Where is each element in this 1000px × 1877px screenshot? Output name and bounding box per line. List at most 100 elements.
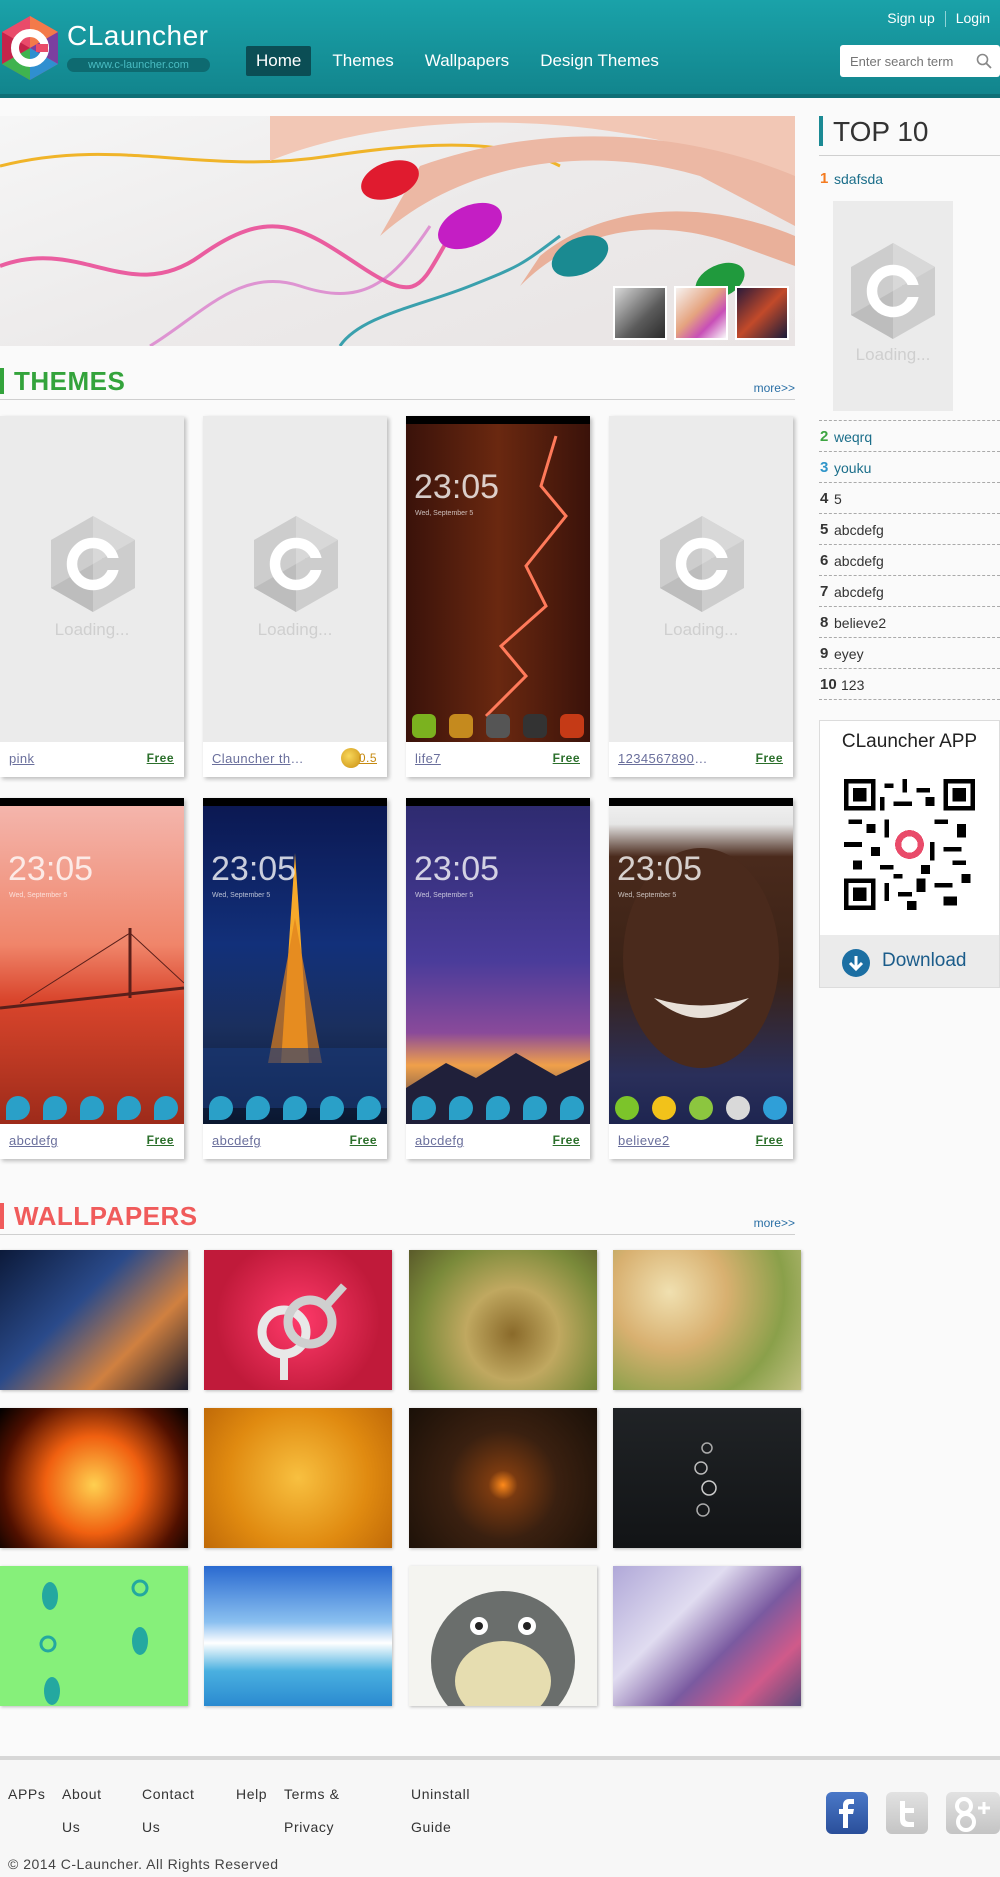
rank-label[interactable]: 5 <box>834 491 842 507</box>
footer-link-help[interactable]: Help <box>236 1778 267 1811</box>
google-plus-icon[interactable] <box>946 1792 1000 1834</box>
rank-item[interactable]: 2 weqrq <box>819 421 1000 452</box>
loading-placeholder: Loading... <box>203 416 387 742</box>
theme-name-link[interactable]: life7 <box>415 751 525 766</box>
clock-text: 23:05 <box>211 850 297 888</box>
nails-thumbnail[interactable] <box>674 286 728 340</box>
theme-card[interactable]: Loading... pink Free <box>0 416 184 777</box>
rank-item[interactable]: 6 abcdefg <box>819 545 1000 576</box>
portrait-thumbnail[interactable] <box>613 286 667 340</box>
theme-card[interactable]: 23:05 Wed, September 5 abcdefg Free <box>203 798 387 1159</box>
nav-item-wallpapers[interactable]: Wallpapers <box>415 46 519 76</box>
rank-item[interactable]: 3 youku <box>819 452 1000 483</box>
wallpaper-heart-cookie-cutter[interactable] <box>204 1408 392 1548</box>
clock-date: Wed, September 5 <box>415 892 474 899</box>
rank-label[interactable]: youku <box>834 460 871 476</box>
wallpapers-title: WALLPAPERS <box>14 1201 198 1231</box>
theme-name-link[interactable]: abcdefg <box>415 1133 525 1148</box>
nav-item-home[interactable]: Home <box>246 46 312 76</box>
footer-link-contact-us[interactable]: Contact Us <box>142 1778 212 1844</box>
copyright-text: © 2014 C-Launcher. All Rights Reserved <box>8 1856 279 1872</box>
totoro-graphic <box>431 1591 575 1706</box>
wallpaper-totoro[interactable] <box>409 1566 597 1706</box>
wallpaper-pocket-watch[interactable] <box>409 1250 597 1390</box>
download-arrow-icon <box>842 949 870 977</box>
rank-label[interactable]: weqrq <box>834 429 872 445</box>
theme-name-link[interactable]: abcdefg <box>9 1133 119 1148</box>
rank-label[interactable]: sdafsda <box>834 171 883 187</box>
theme-card[interactable]: Loading... Clauncher theme 0.5 <box>203 416 387 777</box>
theme-name-link[interactable]: abcdefg <box>212 1133 322 1148</box>
theme-card[interactable]: 23:05 Wed, September 5 abcdefg Free <box>406 798 590 1159</box>
site-footer: APPs About Us Contact Us Help Terms & Pr… <box>0 1756 1000 1877</box>
camera-app-icon <box>356 1096 381 1120</box>
rank-number: 5 <box>820 521 829 538</box>
top-rank-thumbnail[interactable]: Loading... <box>833 201 953 411</box>
camera-app-icon <box>485 714 510 738</box>
qr-code-icon[interactable] <box>844 779 975 910</box>
rank-item[interactable]: 4 5 <box>819 483 1000 514</box>
anime-warrior-thumbnail[interactable] <box>735 286 789 340</box>
facebook-icon[interactable] <box>826 1792 868 1834</box>
twitter-icon[interactable] <box>886 1792 928 1834</box>
search-input[interactable] <box>840 45 970 77</box>
rank-item[interactable]: 8 believe2 <box>819 607 1000 638</box>
theme-name-link[interactable]: believe2 <box>618 1133 728 1148</box>
download-button[interactable]: Download <box>820 935 999 987</box>
wallpapers-more-link[interactable]: more>> <box>754 1216 795 1230</box>
search-icon[interactable] <box>976 53 992 69</box>
wallpaper-bubbles[interactable] <box>613 1408 801 1548</box>
login-link[interactable]: Login <box>946 10 1000 27</box>
clock-date: Wed, September 5 <box>9 892 68 899</box>
wallpaper-bokeh-lights[interactable] <box>613 1250 801 1390</box>
hexagon-c-logo-icon[interactable] <box>2 16 58 80</box>
wallpaper-fantasy-warrior[interactable] <box>613 1566 801 1706</box>
rank-label[interactable]: believe2 <box>834 615 886 631</box>
rank-label[interactable]: abcdefg <box>834 553 884 569</box>
loading-text: Loading... <box>54 620 130 639</box>
nav-item-design-themes[interactable]: Design Themes <box>530 46 669 76</box>
rank-label[interactable]: 123 <box>841 677 864 693</box>
wallpaper-anime-couple[interactable] <box>0 1250 188 1390</box>
signup-link[interactable]: Sign up <box>877 10 944 27</box>
footprints-graphic <box>39 1579 149 1705</box>
hexagon-c-placeholder-icon <box>851 243 935 339</box>
browser-app-icon <box>762 1096 787 1120</box>
theme-card[interactable]: 23:05 Wed, September 5 abcdefg Free <box>0 798 184 1159</box>
loading-placeholder: Loading... <box>609 416 793 742</box>
rank-item[interactable]: 7 abcdefg <box>819 576 1000 607</box>
rank-item[interactable]: 1 sdafsda <box>819 163 1000 194</box>
theme-name-link[interactable]: Clauncher theme <box>212 751 310 766</box>
night-sky-theme-preview: 23:05 Wed, September 5 <box>406 798 590 1124</box>
wallpaper-footprints-pattern[interactable] <box>0 1566 188 1706</box>
brand-title[interactable]: CLauncher <box>67 20 208 52</box>
footer-link-apps[interactable]: APPs <box>8 1778 45 1811</box>
rank-item[interactable]: 5 abcdefg <box>819 514 1000 545</box>
theme-card[interactable]: 23:05 Wed, September 5 life7 Free <box>406 416 590 777</box>
brand-url: www.c-launcher.com <box>67 58 210 72</box>
theme-card[interactable]: Loading... 1234567890abc Free <box>609 416 793 777</box>
rank-label[interactable]: eyey <box>834 646 864 662</box>
camera-app-icon <box>559 1096 584 1120</box>
wallpaper-gender-symbols[interactable] <box>204 1250 392 1390</box>
theme-name-link[interactable]: pink <box>9 751 119 766</box>
rank-number: 6 <box>820 552 829 569</box>
rank-item[interactable]: 9 eyey <box>819 638 1000 669</box>
rank-label[interactable]: abcdefg <box>834 522 884 538</box>
themes-more-link[interactable]: more>> <box>754 381 795 395</box>
footer-link-uninstall-guide[interactable]: Uninstall Guide <box>411 1778 487 1844</box>
footer-link-terms-privacy[interactable]: Terms & Privacy <box>284 1778 354 1844</box>
rank-item[interactable]: 10 123 <box>819 669 1000 700</box>
tokyo-tower-theme-preview: 23:05 Wed, September 5 <box>203 798 387 1124</box>
wallpaper-glowing-apple[interactable] <box>409 1408 597 1548</box>
footer-link-about-us[interactable]: About Us <box>62 1778 116 1844</box>
phone-app-icon <box>412 714 437 738</box>
settings-app-icon <box>559 714 584 738</box>
theme-name-link[interactable]: 1234567890abc <box>618 751 714 766</box>
nav-item-themes[interactable]: Themes <box>322 46 403 76</box>
theme-card[interactable]: 23:05 Wed, September 5 believe2 Free <box>609 798 793 1159</box>
wallpaper-fire-figures[interactable] <box>0 1408 188 1548</box>
wallpaper-island-tree[interactable] <box>204 1566 392 1706</box>
rank-label[interactable]: abcdefg <box>834 584 884 600</box>
featured-banner[interactable] <box>0 116 795 346</box>
